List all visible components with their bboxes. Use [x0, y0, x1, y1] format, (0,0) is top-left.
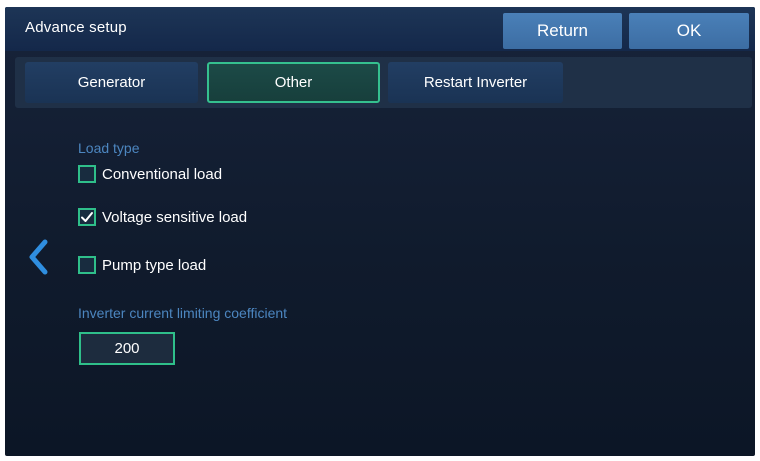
tab-bar: Generator Other Restart Inverter [15, 57, 752, 108]
tab-other[interactable]: Other [207, 62, 380, 103]
page-title: Advance setup [25, 19, 127, 36]
ok-button[interactable]: OK [629, 13, 749, 49]
load-type-label: Load type [78, 140, 140, 156]
tab-restart-inverter[interactable]: Restart Inverter [388, 62, 563, 103]
tab-generator[interactable]: Generator [25, 62, 198, 103]
option-label: Conventional load [102, 165, 223, 183]
option-pump-type-load[interactable]: Pump type load [78, 256, 206, 274]
option-conventional-load[interactable]: Conventional load [78, 165, 222, 183]
return-button[interactable]: Return [503, 13, 622, 49]
checkbox-pump-type-load[interactable] [78, 256, 96, 274]
advance-setup-screen: Advance setup Return OK Generator Other … [5, 7, 755, 456]
coefficient-input[interactable]: 200 [79, 332, 175, 365]
chevron-left-icon[interactable] [27, 239, 49, 275]
checkbox-conventional-load[interactable] [78, 165, 96, 183]
coefficient-label: Inverter current limiting coefficient [78, 305, 288, 321]
checkbox-voltage-sensitive-load[interactable] [78, 208, 96, 226]
option-label: Voltage sensitive load [102, 208, 248, 226]
checkmark-icon [81, 212, 93, 222]
option-label: Pump type load [102, 256, 207, 274]
title-bar: Advance setup Return OK [5, 7, 755, 51]
option-voltage-sensitive-load[interactable]: Voltage sensitive load [78, 208, 247, 226]
